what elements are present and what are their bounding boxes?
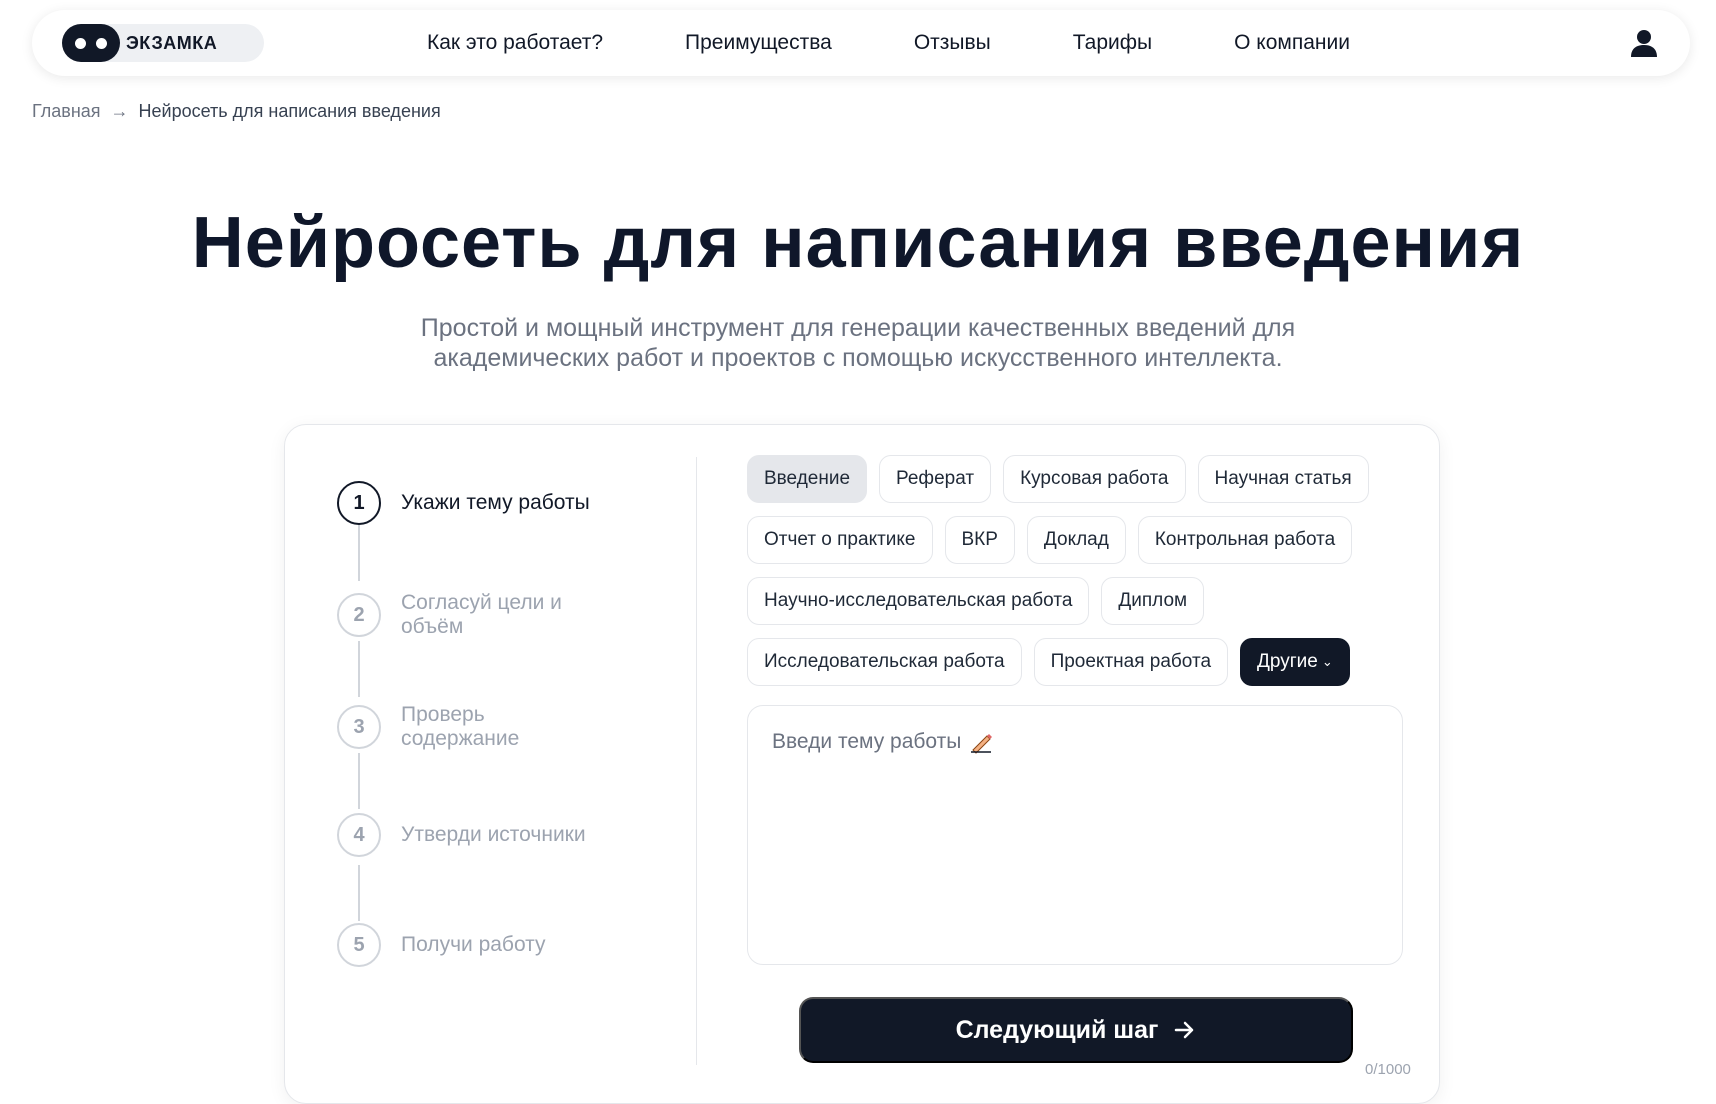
- step-3: 3 Проверь содержание: [337, 703, 561, 751]
- next-step-label: Следующий шаг: [955, 1015, 1159, 1044]
- nav-item-pricing[interactable]: Тарифы: [1073, 31, 1152, 55]
- step-5: 5 Получи работу: [337, 923, 631, 967]
- logo-text: ЭКЗАМКА: [126, 32, 218, 53]
- step-4: 4 Утверди источники: [337, 813, 631, 857]
- chip-diploma[interactable]: Диплом: [1101, 577, 1205, 625]
- step-label: Получи работу: [401, 933, 546, 956]
- logo-eyes-icon: [62, 24, 120, 62]
- chevron-down-icon: ⌄: [1321, 654, 1333, 669]
- step-label: Утверди источники: [401, 823, 586, 846]
- breadcrumb-home[interactable]: Главная: [32, 101, 101, 122]
- chip-vkr[interactable]: ВКР: [944, 516, 1015, 564]
- arrow-right-icon: [1175, 1021, 1194, 1039]
- step-label: Проверь содержание: [401, 703, 520, 750]
- step-number: 3: [337, 705, 381, 749]
- work-type-chips: Введение Реферат Курсовая работа Научная…: [747, 455, 1407, 699]
- chip-introduction[interactable]: Введение: [747, 455, 868, 503]
- breadcrumb: Главная → Нейросеть для написания введен…: [32, 101, 441, 122]
- user-icon[interactable]: [1628, 27, 1660, 59]
- step-1: 1 Укажи тему работы: [337, 481, 631, 525]
- chip-row: Введение Реферат Курсовая работа Научная…: [747, 455, 1407, 503]
- chip-scientific-article[interactable]: Научная статья: [1197, 455, 1369, 503]
- chip-row: Исследовательская работа Проектная работ…: [747, 638, 1407, 686]
- chip-row: Отчет о практике ВКР Доклад Контрольная …: [747, 516, 1407, 564]
- generator-card: 1 Укажи тему работы 2 Согласуй цели и об…: [284, 424, 1440, 1104]
- chip-test-work[interactable]: Контрольная работа: [1137, 516, 1353, 564]
- step-2: 2 Согласуй цели и объём: [337, 591, 601, 639]
- topic-placeholder: Введи тему работы: [772, 730, 993, 754]
- step-connector: [358, 525, 360, 581]
- step-connector: [358, 753, 360, 809]
- chip-essay[interactable]: Реферат: [879, 455, 992, 503]
- chip-report[interactable]: Доклад: [1026, 516, 1126, 564]
- breadcrumb-current: Нейросеть для написания введения: [138, 101, 441, 121]
- chip-other-dropdown[interactable]: Другие ⌄: [1240, 638, 1350, 686]
- logo-eye-right: [96, 37, 107, 49]
- writing-hand-icon: [971, 734, 993, 754]
- step-number: 5: [337, 923, 381, 967]
- nav-item-about[interactable]: О компании: [1234, 31, 1350, 55]
- step-connector: [358, 641, 360, 697]
- nav-item-advantages[interactable]: Преимущества: [685, 31, 832, 55]
- breadcrumb-arrow-icon: →: [110, 101, 129, 121]
- chip-other-label: Другие: [1257, 651, 1318, 672]
- logo-eye-left: [75, 37, 86, 49]
- chip-research-work[interactable]: Исследовательская работа: [747, 638, 1022, 686]
- chip-coursework[interactable]: Курсовая работа: [1003, 455, 1186, 503]
- logo[interactable]: ЭКЗАМКА: [62, 24, 264, 62]
- chip-project-work[interactable]: Проектная работа: [1033, 638, 1229, 686]
- step-label: Согласуй цели и объём: [401, 591, 562, 638]
- nav-item-reviews[interactable]: Отзывы: [914, 31, 991, 55]
- step-number: 1: [337, 481, 381, 525]
- nav-item-how-it-works[interactable]: Как это работает?: [427, 31, 603, 55]
- card-divider: [696, 457, 697, 1065]
- char-counter: 0/1000: [1365, 1061, 1411, 1078]
- step-connector: [358, 865, 360, 921]
- step-label: Укажи тему работы: [401, 491, 590, 514]
- chip-row: Научно-исследовательская работа Диплом: [747, 577, 1407, 625]
- next-step-button[interactable]: Следующий шаг: [799, 997, 1353, 1063]
- main-nav: Как это работает? Преимущества Отзывы Та…: [427, 10, 1350, 76]
- step-number: 2: [337, 593, 381, 637]
- topic-placeholder-text: Введи тему работы: [772, 730, 962, 753]
- page-title: Нейросеть для написания введения: [191, 203, 1525, 283]
- page-subtitle: Простой и мощный инструмент для генераци…: [420, 314, 1296, 372]
- chip-practice-report[interactable]: Отчет о практике: [747, 516, 933, 564]
- step-number: 4: [337, 813, 381, 857]
- chip-research-science-work[interactable]: Научно-исследовательская работа: [747, 577, 1090, 625]
- top-header: ЭКЗАМКА Как это работает? Преимущества О…: [32, 10, 1690, 76]
- topic-textarea[interactable]: Введи тему работы: [747, 705, 1403, 965]
